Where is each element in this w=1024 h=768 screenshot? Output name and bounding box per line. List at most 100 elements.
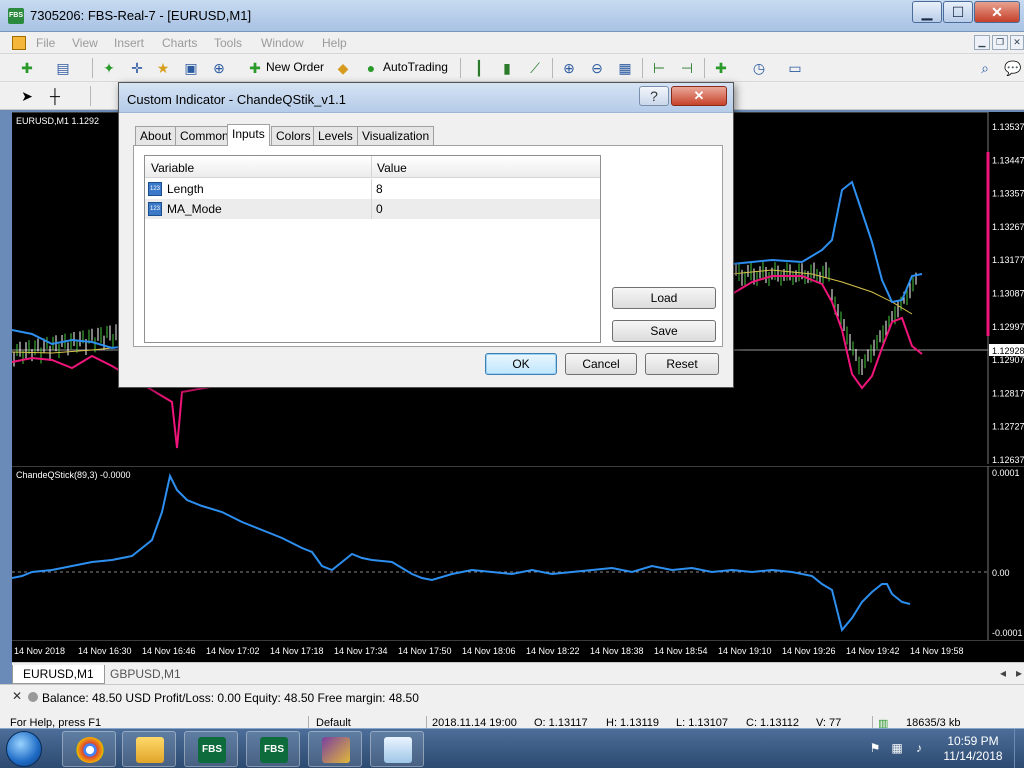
market-watch-icon[interactable]: ✦ bbox=[100, 59, 118, 77]
new-order-icon[interactable]: ✚ bbox=[246, 59, 264, 77]
taskbar-explorer[interactable] bbox=[122, 731, 176, 767]
taskbar-winrar[interactable] bbox=[308, 731, 362, 767]
search-icon[interactable]: ⌕ bbox=[976, 59, 994, 77]
crosshair-icon[interactable]: ┼ bbox=[46, 87, 64, 105]
indicators-icon[interactable]: ✚ bbox=[712, 59, 730, 77]
zoom-in-icon[interactable]: ⊕ bbox=[560, 59, 578, 77]
status-datetime: 2018.11.14 19:00 bbox=[432, 717, 517, 728]
toolbar-separator bbox=[552, 58, 553, 78]
new-chart-icon[interactable]: ✚ bbox=[18, 59, 36, 77]
save-button[interactable]: Save bbox=[612, 320, 716, 342]
integer-type-icon: 123 bbox=[148, 202, 162, 216]
column-variable[interactable]: Variable bbox=[151, 161, 194, 175]
balance-summary: Balance: 48.50 USD Profit/Loss: 0.00 Equ… bbox=[42, 691, 419, 705]
chandeqstick-indicator-chart[interactable]: 0.0001 0.00 -0.0001 ChandeQStick(89,3) -0.… bbox=[12, 466, 1024, 640]
data-window-icon[interactable]: ✛ bbox=[128, 59, 146, 77]
dialog-help-button[interactable]: ? bbox=[639, 86, 669, 106]
toolbar-separator bbox=[704, 58, 705, 78]
new-order-button[interactable]: New Order bbox=[266, 60, 324, 74]
menu-tools[interactable]: Tools bbox=[214, 36, 242, 50]
toolbar-separator bbox=[90, 86, 91, 106]
show-desktop-button[interactable] bbox=[1014, 729, 1024, 768]
time-tick-label: 14 Nov 19:42 bbox=[846, 646, 900, 656]
mdi-minimize-icon[interactable]: ▁ bbox=[974, 35, 990, 50]
autotrading-icon[interactable]: ● bbox=[362, 59, 380, 77]
mdi-restore-icon[interactable]: ❐ bbox=[992, 35, 1008, 50]
toolbar-separator bbox=[92, 58, 93, 78]
flag-icon[interactable]: ⚑ bbox=[868, 741, 882, 755]
system-clock[interactable]: 10:59 PM 11/14/2018 bbox=[938, 734, 1008, 764]
minimize-button[interactable]: ▁ bbox=[912, 1, 942, 23]
tab-gbpusd-m1[interactable]: GBPUSD,M1 bbox=[100, 665, 191, 684]
tab-common[interactable]: Common bbox=[175, 126, 234, 145]
reset-button[interactable]: Reset bbox=[645, 353, 719, 375]
column-divider bbox=[371, 199, 372, 219]
indicator-tick-label: 0.00 bbox=[992, 568, 1010, 578]
taskbar-notepad[interactable] bbox=[370, 731, 424, 767]
start-button[interactable] bbox=[6, 731, 42, 767]
tab-levels[interactable]: Levels bbox=[313, 126, 358, 145]
price-tick-label: 1.12817 bbox=[992, 388, 1024, 398]
chart-tabs: EURUSD,M1 GBPUSD,M1 ◂ ▸ bbox=[12, 662, 1024, 684]
mdi-close-icon[interactable]: ✕ bbox=[1010, 35, 1024, 50]
table-row[interactable]: 123 MA_Mode 0 bbox=[145, 199, 600, 219]
toolbar-separator bbox=[460, 58, 461, 78]
tile-windows-icon[interactable]: ▦ bbox=[616, 59, 634, 77]
tab-eurusd-m1[interactable]: EURUSD,M1 bbox=[12, 665, 105, 684]
autotrading-button[interactable]: AutoTrading bbox=[383, 60, 448, 74]
time-tick-label: 14 Nov 19:26 bbox=[782, 646, 836, 656]
taskbar-fbs-terminal-2[interactable]: FBS bbox=[246, 731, 300, 767]
table-header: Variable Value bbox=[145, 156, 600, 178]
table-row[interactable]: 123 Length 8 bbox=[145, 179, 600, 199]
line-chart-icon[interactable]: ⟋ bbox=[526, 59, 544, 77]
strategy-tester-icon[interactable]: ⊕ bbox=[210, 59, 228, 77]
variable-value[interactable]: 8 bbox=[376, 182, 383, 196]
navigator-icon[interactable]: ★ bbox=[154, 59, 172, 77]
menu-help[interactable]: Help bbox=[322, 36, 347, 50]
periods-icon[interactable]: ◷ bbox=[750, 59, 768, 77]
status-profile[interactable]: Default bbox=[316, 717, 351, 728]
indicator-label: ChandeQStick(89,3) -0.0000 bbox=[16, 470, 131, 480]
tab-scroll-right-icon[interactable]: ▸ bbox=[1016, 666, 1022, 680]
tab-scroll-left-icon[interactable]: ◂ bbox=[1000, 666, 1006, 680]
candlestick-icon[interactable]: ▮ bbox=[498, 59, 516, 77]
variable-value[interactable]: 0 bbox=[376, 202, 383, 216]
symbol-label: EURUSD,M1 1.1292 bbox=[16, 116, 99, 126]
taskbar-chrome[interactable] bbox=[62, 731, 116, 767]
menu-file[interactable]: File bbox=[36, 36, 55, 50]
chart-shift-icon[interactable]: ⊢ bbox=[650, 59, 668, 77]
menu-charts[interactable]: Charts bbox=[162, 36, 197, 50]
tab-inputs[interactable]: Inputs bbox=[227, 124, 270, 146]
price-tick-label: 1.13357 bbox=[992, 189, 1024, 199]
volume-icon[interactable]: ♪ bbox=[912, 741, 926, 755]
zoom-out-icon[interactable]: ⊖ bbox=[588, 59, 606, 77]
menu-insert[interactable]: Insert bbox=[114, 36, 144, 50]
status-low: L: 1.13107 bbox=[676, 717, 728, 728]
cancel-button[interactable]: Cancel bbox=[565, 353, 637, 375]
dialog-close-button[interactable]: ✕ bbox=[671, 86, 727, 106]
status-divider bbox=[308, 716, 309, 728]
tab-colors[interactable]: Colors bbox=[271, 126, 316, 145]
auto-scroll-icon[interactable]: ⊣ bbox=[678, 59, 696, 77]
fbs-app-icon: FBS bbox=[8, 8, 24, 24]
column-value[interactable]: Value bbox=[377, 161, 407, 175]
tab-about[interactable]: About bbox=[135, 126, 177, 145]
indicator-tick-label: -0.0001 bbox=[992, 628, 1023, 638]
load-button[interactable]: Load bbox=[612, 287, 716, 309]
tab-visualization[interactable]: Visualization bbox=[357, 126, 435, 145]
menu-view[interactable]: View bbox=[72, 36, 98, 50]
terminal-icon[interactable]: ▣ bbox=[182, 59, 200, 77]
terminal-close-icon[interactable]: ✕ bbox=[12, 689, 22, 703]
templates-icon[interactable]: ▭ bbox=[786, 59, 804, 77]
close-window-button[interactable]: ✕ bbox=[974, 1, 1020, 23]
bar-chart-icon[interactable]: ┃ bbox=[470, 59, 488, 77]
cursor-icon[interactable]: ➤ bbox=[18, 87, 36, 105]
network-icon[interactable]: ▦ bbox=[890, 741, 904, 755]
ok-button[interactable]: OK bbox=[485, 353, 557, 375]
taskbar-fbs-terminal-1[interactable]: FBS bbox=[184, 731, 238, 767]
menu-window[interactable]: Window bbox=[261, 36, 304, 50]
maximize-button[interactable]: ☐ bbox=[943, 1, 973, 23]
chat-icon[interactable]: 💬 bbox=[1004, 59, 1022, 77]
metaeditor-icon[interactable]: ◆ bbox=[334, 59, 352, 77]
profiles-icon[interactable]: ▤ bbox=[54, 59, 72, 77]
